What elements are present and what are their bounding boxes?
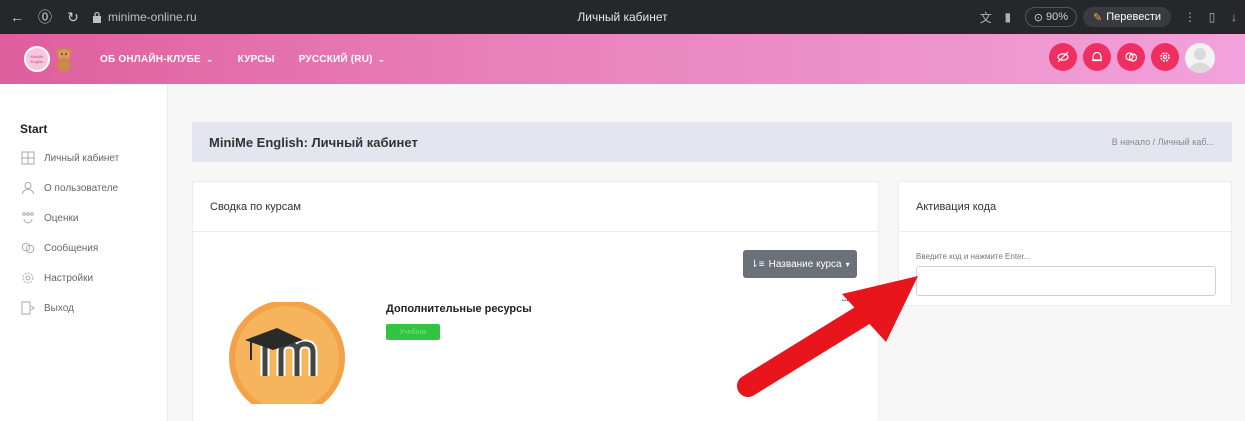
sidebar-item-settings[interactable]: Настройки <box>20 270 93 286</box>
site-header: MiniMe English ОБ ОНЛАЙН-КЛУБЕ ⌄ КУРСЫ РУ… <box>0 34 1245 84</box>
course-title[interactable]: Дополнительные ресурсы <box>386 303 532 315</box>
header-actions <box>1043 43 1215 73</box>
sidebar-item-label: О пользователе <box>44 182 119 194</box>
menu-item-about[interactable]: ОБ ОНЛАЙН-КЛУБЕ ⌄ <box>100 54 214 65</box>
translate-button[interactable]: ✎ Перевести <box>1083 7 1171 27</box>
activation-code-input[interactable] <box>916 266 1216 296</box>
more-icon[interactable]: ⋮ <box>1179 6 1201 28</box>
lock-icon <box>93 11 101 23</box>
logo[interactable]: MiniMe English <box>24 46 50 72</box>
dashboard-icon <box>20 150 36 166</box>
settings-icon <box>20 270 36 286</box>
course-menu-icon[interactable]: ... <box>841 290 849 304</box>
address-bar[interactable]: minime-online.ru <box>108 10 197 24</box>
teddy-bear-icon[interactable] <box>54 46 74 72</box>
bell-icon[interactable] <box>1083 43 1111 71</box>
extension-icon[interactable]: ⓪ <box>34 6 56 28</box>
chat-icon[interactable] <box>1117 43 1145 71</box>
code-activation-heading: Активация кода <box>899 182 1231 232</box>
logo-text: MiniMe English <box>30 54 44 64</box>
sidebar-item-dashboard[interactable]: Личный кабинет <box>20 150 119 166</box>
download-icon[interactable]: ↓ <box>1223 6 1245 28</box>
zoom-indicator[interactable]: ⊙ 90% <box>1024 7 1077 27</box>
sort-courses-button[interactable]: ⇂≡ Название курса ▾ <box>743 250 857 278</box>
breadcrumb[interactable]: В начало / Личный каб... <box>1112 137 1214 147</box>
sidebar-item-label: Настройки <box>44 272 94 284</box>
grades-icon <box>20 210 36 226</box>
menu-item-courses[interactable]: КУРСЫ <box>238 54 275 65</box>
logout-icon <box>20 300 36 316</box>
gear-icon[interactable] <box>1151 43 1179 71</box>
course-overview-card: Сводка по курсам ⇂≡ Название курса ▾ Доп… <box>192 181 879 421</box>
chevron-down-icon: ⌄ <box>205 53 214 64</box>
course-image[interactable] <box>221 302 353 404</box>
menu-item-label: РУССКИЙ (RU) <box>298 53 373 65</box>
course-badge: Учебник <box>386 324 440 340</box>
main-menu: ОБ ОНЛАЙН-КЛУБЕ ⌄ КУРСЫ РУССКИЙ (RU) ⌄ <box>100 54 409 65</box>
bookmark-icon[interactable]: ▮ <box>997 6 1019 28</box>
menu-item-label: ОБ ОНЛАЙН-КЛУБЕ <box>100 53 201 65</box>
menu-item-language[interactable]: РУССКИЙ (RU) ⌄ <box>299 54 386 65</box>
sidebar-title: Start <box>20 122 48 136</box>
messages-icon <box>20 240 36 256</box>
translate-icon: ✎ <box>1093 11 1103 24</box>
zoom-value: 90% <box>1045 11 1068 23</box>
sidebar-item-profile[interactable]: О пользователе <box>20 180 118 196</box>
chevron-down-icon: ⌄ <box>377 53 386 64</box>
user-avatar-icon <box>1189 48 1211 73</box>
back-icon[interactable]: ← <box>6 6 28 28</box>
menu-item-label: КУРСЫ <box>237 53 275 65</box>
sort-label: Название курса <box>768 258 842 270</box>
chevron-down-icon: ▾ <box>845 259 850 269</box>
avatar[interactable] <box>1185 43 1215 73</box>
reload-icon[interactable]: ↻ <box>62 6 84 28</box>
browser-actions: 文 ▮ ⊙ 90% ✎ Перевести ⋮ ▯ ↓ <box>975 0 1245 34</box>
code-activation-card: Активация кода Введите код и нажмите Ent… <box>898 181 1232 306</box>
page-header: MiniMe English: Личный кабинет В начало … <box>192 122 1232 162</box>
page-title: MiniMe English: Личный кабинет <box>209 134 418 150</box>
sidebar-item-grades[interactable]: Оценки <box>20 210 78 226</box>
user-icon <box>20 180 36 196</box>
translate-page-icon[interactable]: 文 <box>975 6 997 28</box>
sidebar-item-messages[interactable]: Сообщения <box>20 240 98 256</box>
sidebar-item-logout[interactable]: Выход <box>20 300 74 316</box>
sidebar-panel-icon[interactable]: ▯ <box>1201 6 1223 28</box>
sidebar-item-label: Выход <box>44 302 74 314</box>
sidebar-item-label: Личный кабинет <box>44 152 120 164</box>
zoom-icon: ⊙ <box>1033 11 1043 24</box>
course-overview-heading: Сводка по курсам <box>193 182 878 232</box>
translate-label: Перевести <box>1106 11 1161 23</box>
sort-icon: ⇂≡ <box>750 258 765 270</box>
sidebar-item-label: Сообщения <box>44 242 99 254</box>
moodle-logo-icon <box>229 302 345 404</box>
eye-off-icon[interactable] <box>1049 43 1077 71</box>
sidebar-item-label: Оценки <box>44 212 79 224</box>
code-input-label: Введите код и нажмите Enter... <box>916 252 1031 261</box>
sidebar: Start Личный кабинет О пользователе Оцен… <box>0 84 168 421</box>
